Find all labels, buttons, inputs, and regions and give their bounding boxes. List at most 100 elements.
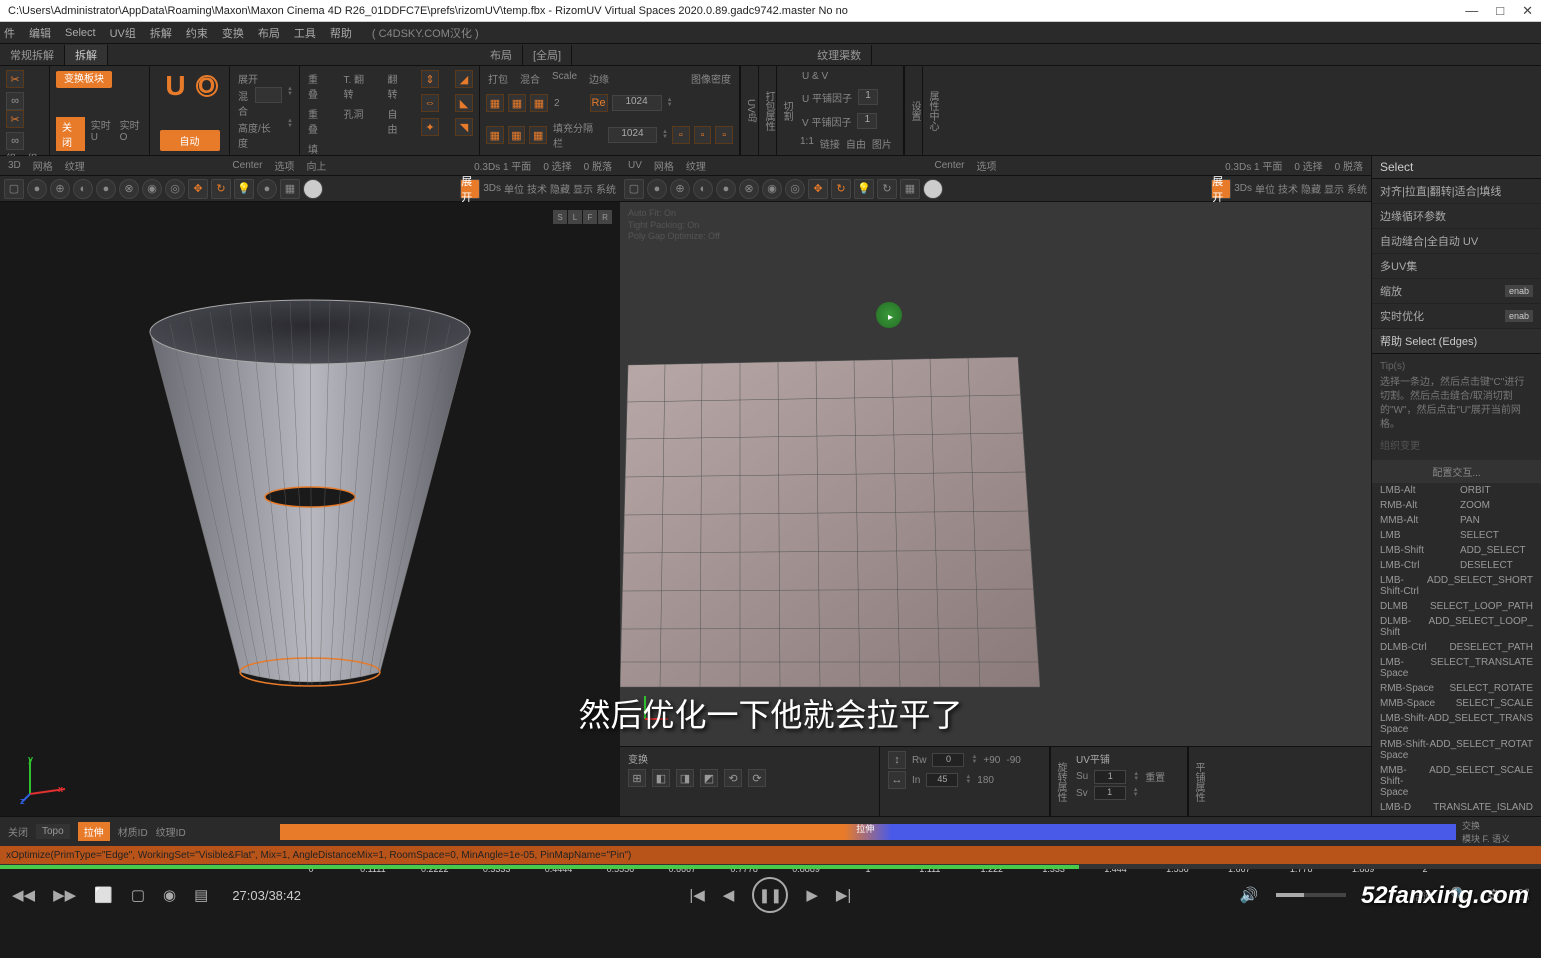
vpuv-h3[interactable]: 纹理 — [686, 158, 706, 173]
vpuv-tl5[interactable]: 显示 — [1324, 181, 1344, 196]
g2-realtime-u[interactable]: 实时U — [91, 117, 114, 151]
r2-icon[interactable]: ↔ — [888, 771, 906, 789]
flip-c2-0[interactable]: T. 翻转 — [341, 70, 369, 102]
move-icon[interactable]: ✥ — [188, 179, 208, 199]
uvgrid-t-icon[interactable]: ▦ — [900, 179, 920, 199]
gradient-display[interactable]: 拉伸 00.11110.22220.33330.44440.55560.6667… — [280, 824, 1456, 840]
g2-realtime-o[interactable]: 实时O — [120, 117, 143, 151]
scissors2-icon[interactable]: ✂ — [6, 110, 24, 128]
vtab-attrcenter[interactable]: 属性中心 — [922, 66, 940, 155]
vpuv-h4[interactable]: Center — [934, 160, 964, 171]
seek-back-icon[interactable]: ◀◀ — [12, 886, 35, 904]
vtab-rotate[interactable]: 旋转属性 — [1050, 747, 1068, 816]
uvmove-icon[interactable]: ✥ — [808, 179, 828, 199]
vtab-uvisland[interactable]: UV岛 — [740, 66, 758, 155]
in-input[interactable]: 45 — [926, 773, 958, 787]
arrow-h-icon[interactable]: ⇔ — [421, 94, 439, 112]
link2-icon[interactable]: ∞ — [6, 132, 24, 150]
unfold-u-button[interactable]: U — [161, 70, 189, 102]
list-icon[interactable]: ▤ — [194, 886, 208, 904]
vpuv-h0[interactable]: UV — [628, 160, 642, 171]
minimize-button[interactable]: — — [1465, 3, 1478, 19]
rp-config-button[interactable]: 配置交互... — [1372, 460, 1541, 483]
auto-button[interactable]: 自动 — [160, 130, 220, 151]
pack-l1[interactable]: 混合 — [518, 70, 542, 87]
uvshade5-icon[interactable]: ● — [716, 179, 736, 199]
uvshade6-icon[interactable]: ⊗ — [739, 179, 759, 199]
close-button[interactable]: ✕ — [1522, 3, 1533, 19]
t5-icon[interactable]: ⟲ — [724, 769, 742, 787]
transform-block-button[interactable]: 变换板块 — [56, 71, 112, 88]
menu-edit[interactable]: 编辑 — [29, 25, 51, 41]
gb-texid[interactable]: 纹理ID — [156, 824, 186, 839]
vp3d-tl0[interactable]: 展开 — [460, 179, 480, 199]
opt-hl[interactable]: 高度/长度 — [236, 119, 282, 151]
seek-fwd-icon[interactable]: ▶▶ — [53, 886, 76, 904]
grid6-icon[interactable]: ▦ — [529, 126, 547, 144]
menu-uvgroup[interactable]: UV组 — [110, 25, 136, 41]
volume-slider[interactable] — [1276, 893, 1346, 897]
vtab-cut[interactable]: 切割 — [776, 66, 794, 155]
shade3-icon[interactable]: ⊕ — [50, 179, 70, 199]
uv-val1[interactable]: 1 — [857, 113, 877, 129]
t3-icon[interactable]: ◨ — [676, 769, 694, 787]
g2-close[interactable]: 关闭 — [56, 117, 85, 151]
gb-stretch[interactable]: 拉伸 — [78, 822, 110, 841]
menu-help[interactable]: 帮助 — [330, 25, 352, 41]
vpuv-tl1[interactable]: 3Ds — [1234, 183, 1252, 194]
uv-item1[interactable]: V 平铺因子 — [800, 113, 853, 130]
sv-input[interactable]: 1 — [1094, 786, 1126, 800]
vp3d-tl4[interactable]: 隐藏 — [550, 181, 570, 196]
vp3d-tl3[interactable]: 技术 — [527, 181, 547, 196]
vp3d-h5[interactable]: 选项 — [274, 158, 294, 173]
scissors-icon[interactable]: ✂ — [6, 70, 24, 88]
corner-l[interactable]: L — [568, 210, 582, 224]
rp-item-scale[interactable]: 缩放enab — [1372, 279, 1541, 304]
cross-icon[interactable]: ✦ — [421, 118, 439, 136]
shade8-icon[interactable]: ◎ — [165, 179, 185, 199]
vpuv-h1[interactable]: 网格 — [654, 158, 674, 173]
rp-item-align[interactable]: 对齐|拉直|翻转|适合|填线 — [1372, 179, 1541, 204]
grid4-icon[interactable]: ▦ — [486, 126, 504, 144]
white-sphere-icon[interactable] — [303, 179, 323, 199]
pack-l3[interactable]: 边缘 — [587, 70, 611, 87]
vpuv-tl4[interactable]: 隐藏 — [1301, 181, 1321, 196]
pack-l2[interactable]: Scale — [550, 70, 579, 87]
menu-tools[interactable]: 工具 — [294, 25, 316, 41]
uvrefresh-icon[interactable]: ↻ — [877, 179, 897, 199]
menu-file[interactable]: 件 — [4, 25, 15, 41]
gb-close[interactable]: 关闭 — [8, 824, 28, 839]
t2-icon[interactable]: ◧ — [652, 769, 670, 787]
screenshot-icon[interactable]: ▢ — [131, 886, 145, 904]
uvlight-icon[interactable]: 💡 — [854, 179, 874, 199]
r1-icon[interactable]: ↕ — [888, 751, 906, 769]
corner-s[interactable]: S — [553, 210, 567, 224]
uvshade8-icon[interactable]: ◎ — [785, 179, 805, 199]
camera-icon[interactable]: ◉ — [163, 886, 176, 904]
gb-r0[interactable]: 交换 — [1462, 819, 1535, 832]
shade6-icon[interactable]: ⊗ — [119, 179, 139, 199]
link-icon[interactable]: ∞ — [6, 92, 24, 110]
flip-c1-0[interactable]: 重叠 — [306, 70, 325, 102]
vp3d-h3[interactable]: 纹理 — [65, 158, 85, 173]
angle1-icon[interactable]: ◢ — [455, 70, 473, 88]
t1-icon[interactable]: ⊞ — [628, 769, 646, 787]
m2-icon[interactable]: ▫ — [694, 126, 712, 144]
opt-unfold[interactable]: 展开 — [236, 70, 293, 87]
vtab-packattr[interactable]: 打包属性 — [758, 66, 776, 155]
arrow-v-icon[interactable]: ⇕ — [421, 70, 439, 88]
uvrotate-icon[interactable]: ↻ — [831, 179, 851, 199]
vpuv-h5[interactable]: 选项 — [977, 158, 997, 173]
rotate-icon[interactable]: ↻ — [211, 179, 231, 199]
uv-b2[interactable]: 自由 — [846, 136, 866, 151]
prev-icon[interactable]: |◀ — [689, 886, 704, 904]
subtab-layout-mode[interactable]: [全局] — [523, 45, 572, 65]
progress-bar[interactable] — [0, 865, 1541, 869]
shade2-icon[interactable]: ● — [27, 179, 47, 199]
grid3-icon[interactable]: ▦ — [530, 94, 548, 112]
vtab-tile[interactable]: 平铺属性 — [1188, 747, 1206, 816]
m1-icon[interactable]: ▫ — [672, 126, 690, 144]
shade1-icon[interactable]: ▢ — [4, 179, 24, 199]
unfold-o-button[interactable]: O — [196, 75, 218, 97]
uv-b1[interactable]: 链接 — [820, 136, 840, 151]
